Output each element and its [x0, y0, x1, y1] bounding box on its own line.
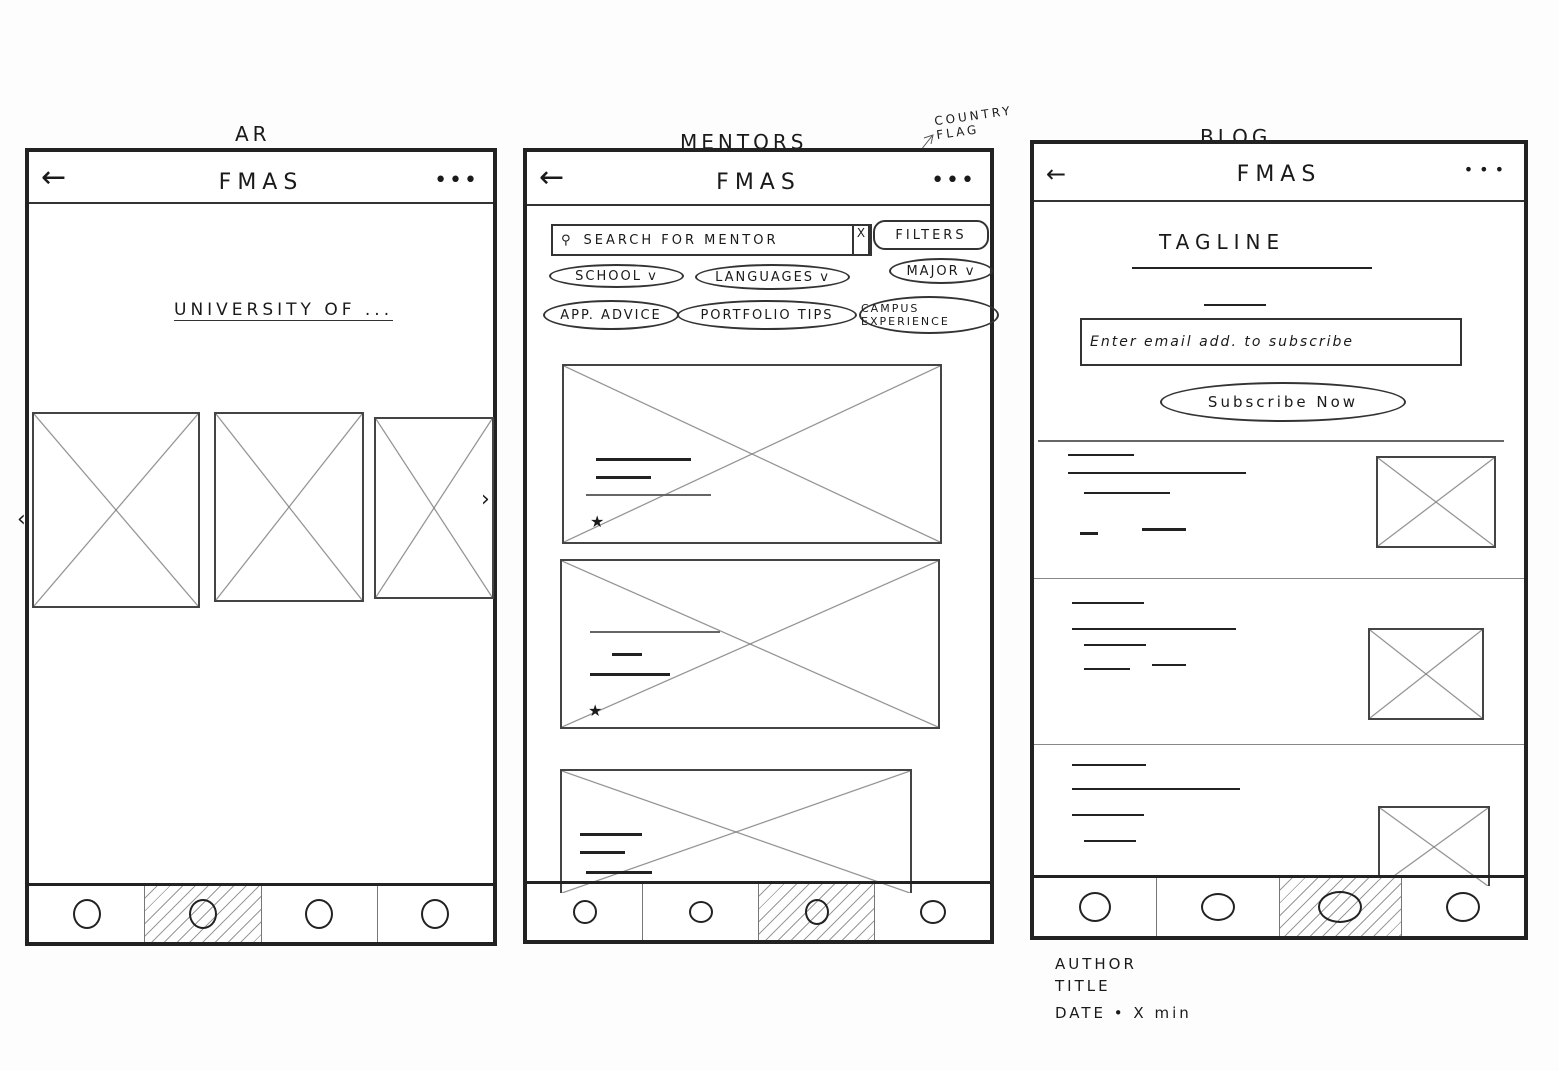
- tab-circle-icon: [688, 901, 713, 923]
- tab-circle-icon: [72, 899, 101, 929]
- country-flag-annotation: COUNTRY FLAG: [933, 103, 1014, 143]
- university-heading: UNIVERSITY OF ...: [174, 300, 394, 321]
- tab-4[interactable]: [875, 884, 990, 940]
- school-filter-chip[interactable]: SCHOOL v: [549, 264, 684, 288]
- blog-screen: ← FMAS ••• TAGLINE Enter email add. to s…: [1030, 140, 1528, 940]
- tab-circle-icon: [1318, 891, 1363, 923]
- tab-3-active[interactable]: [1279, 878, 1403, 936]
- tab-circle-icon: [305, 899, 334, 929]
- tab-2-active[interactable]: [145, 886, 262, 942]
- tab-1[interactable]: [29, 886, 146, 942]
- country-flag-icon: X: [852, 224, 870, 256]
- mentors-screen: ← FMAS ••• ⚲ SEARCH FOR MENTOR X FILTERS…: [523, 148, 999, 944]
- major-filter-chip[interactable]: MAJOR v: [889, 258, 993, 284]
- mentor-card[interactable]: [560, 769, 912, 893]
- blog-thumbnail-placeholder: [1378, 806, 1490, 886]
- languages-filter-chip[interactable]: LANGUAGES v: [695, 264, 850, 290]
- star-icon[interactable]: ★: [590, 512, 604, 531]
- carousel-image-placeholder[interactable]: [374, 417, 494, 599]
- more-options-icon[interactable]: •••: [931, 168, 976, 193]
- star-icon[interactable]: ★: [588, 701, 602, 720]
- search-icon: ⚲: [561, 232, 574, 248]
- tab-circle-icon: [1446, 892, 1481, 922]
- tab-circle-icon: [421, 899, 450, 929]
- tab-4[interactable]: [378, 886, 493, 942]
- subscribe-now-button[interactable]: Subscribe Now: [1160, 382, 1406, 422]
- app-advice-chip[interactable]: APP. ADVICE: [543, 300, 679, 330]
- app-header: ← FMAS •••: [527, 152, 990, 206]
- bottom-tab-bar: [29, 883, 493, 942]
- tab-3-active[interactable]: [759, 884, 875, 940]
- tagline: TAGLINE: [1159, 230, 1286, 254]
- search-placeholder: SEARCH FOR MENTOR: [583, 232, 779, 248]
- tab-circle-icon: [188, 899, 217, 929]
- tab-circle-icon: [1200, 893, 1235, 921]
- more-options-icon[interactable]: •••: [434, 168, 479, 193]
- mentor-card[interactable]: ★: [560, 559, 940, 729]
- screen-label-ar: AR: [235, 122, 271, 146]
- app-title: FMAS: [1236, 162, 1322, 187]
- blog-post-item[interactable]: [1034, 578, 1524, 745]
- carousel-image-placeholder[interactable]: [32, 412, 200, 608]
- campus-experience-chip[interactable]: CAMPUS EXPERIENCE: [859, 296, 999, 334]
- ar-screen: ← FMAS ••• UNIVERSITY OF ... ‹ ›: [17, 148, 497, 946]
- more-options-icon[interactable]: •••: [1464, 160, 1510, 179]
- tab-2[interactable]: [643, 884, 759, 940]
- tab-4[interactable]: [1402, 878, 1524, 936]
- blog-thumbnail-placeholder: [1368, 628, 1484, 720]
- note-title: TITLE: [1055, 977, 1111, 995]
- tab-circle-icon: [804, 899, 829, 925]
- carousel-prev-icon[interactable]: ‹: [17, 507, 26, 532]
- carousel-image-placeholder[interactable]: [214, 412, 364, 602]
- tagline-underline: [1132, 267, 1372, 269]
- tab-1[interactable]: [527, 884, 643, 940]
- tab-1[interactable]: [1034, 878, 1157, 936]
- blog-thumbnail-placeholder: [1376, 456, 1496, 548]
- blog-post-item[interactable]: [1034, 744, 1524, 886]
- portfolio-tips-chip[interactable]: PORTFOLIO TIPS: [677, 300, 857, 330]
- tab-circle-icon: [919, 900, 946, 924]
- tab-3[interactable]: [262, 886, 378, 942]
- subtitle-line: [1204, 304, 1266, 306]
- blog-post-item[interactable]: [1034, 442, 1524, 579]
- tab-circle-icon: [1078, 892, 1111, 922]
- email-subscribe-input[interactable]: Enter email add. to subscribe: [1080, 318, 1462, 366]
- mentor-search-input[interactable]: ⚲ SEARCH FOR MENTOR: [551, 224, 872, 256]
- app-title: FMAS: [218, 170, 304, 195]
- app-header: ← FMAS •••: [29, 152, 493, 204]
- note-date-read-time: DATE • X min: [1055, 1004, 1192, 1022]
- tab-circle-icon: [572, 900, 597, 924]
- bottom-tab-bar: [1034, 875, 1524, 936]
- carousel-next-icon[interactable]: ›: [481, 487, 490, 512]
- mentor-card[interactable]: ★: [562, 364, 942, 544]
- tab-2[interactable]: [1157, 878, 1280, 936]
- note-author: AUTHOR: [1055, 955, 1137, 973]
- app-title: FMAS: [716, 170, 801, 195]
- app-header: ← FMAS •••: [1034, 144, 1524, 202]
- filters-button[interactable]: FILTERS: [873, 220, 989, 250]
- bottom-tab-bar: [527, 881, 990, 940]
